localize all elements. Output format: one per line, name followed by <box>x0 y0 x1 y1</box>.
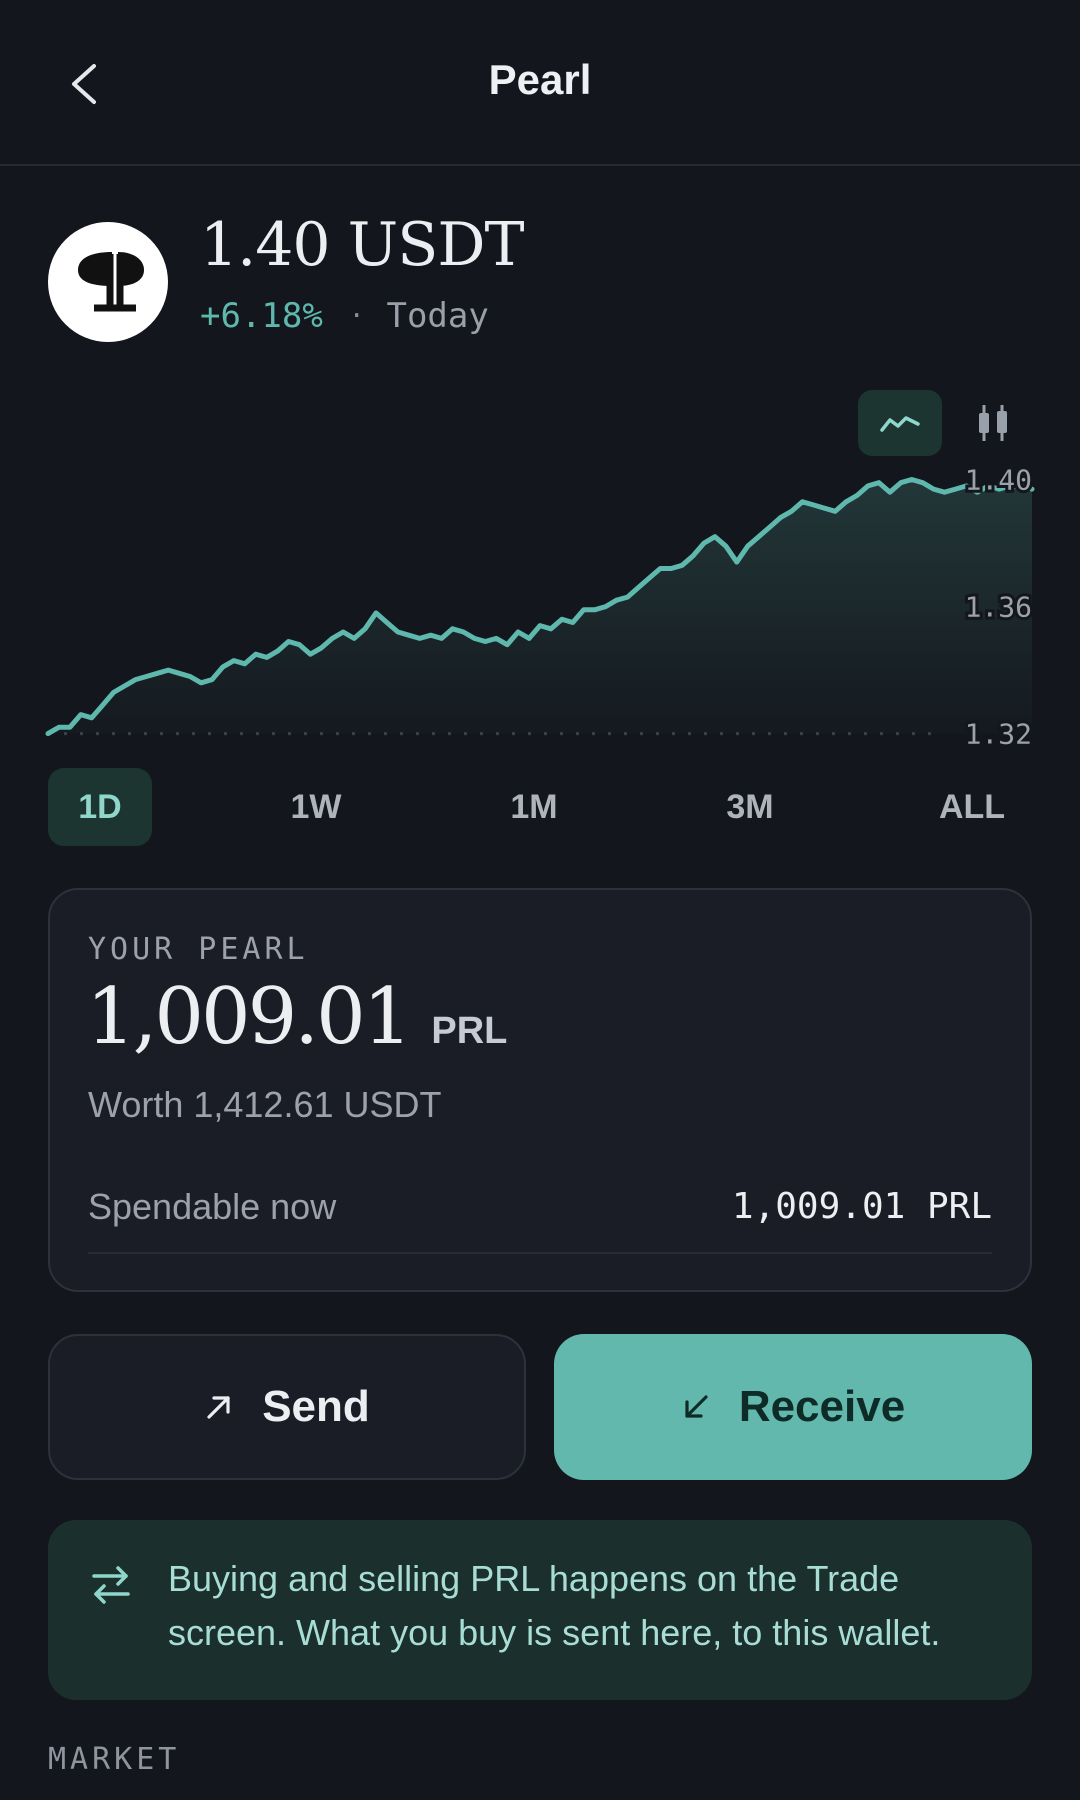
chart-area <box>48 479 1032 734</box>
price-change-percent: +6.18% <box>200 296 323 336</box>
trade-info-text: Buying and selling PRL happens on the Tr… <box>168 1558 941 1653</box>
line-chart-icon <box>880 416 920 432</box>
candlestick-chart-toggle[interactable] <box>960 390 1026 456</box>
market-section-label: MARKET <box>48 1742 181 1777</box>
price-change-row: +6.18% · Today <box>200 296 489 336</box>
arrow-up-right-icon <box>207 1396 230 1419</box>
page-title: Pearl <box>488 56 592 103</box>
range-tab-1w[interactable]: 1W <box>264 768 368 846</box>
coin-price: 1.40 USDT <box>200 210 524 280</box>
holdings-unit: PRL <box>431 1010 508 1052</box>
holdings-amount: 1,009.01 <box>86 972 412 1062</box>
price-chart: 1.40 1.36 1.32 <box>0 460 1080 750</box>
receive-button[interactable]: Receive <box>554 1334 1032 1480</box>
trade-info-banner: Buying and selling PRL happens on the Tr… <box>48 1520 1032 1700</box>
line-chart-toggle[interactable] <box>858 390 942 456</box>
pearl-logo-icon <box>48 222 168 342</box>
send-button-label: Send <box>262 1382 370 1431</box>
holdings-card: YOUR PEARL 1,009.01 PRL Worth 1,412.61 U… <box>48 888 1032 1292</box>
app-header: Pearl <box>0 0 1080 166</box>
change-period: Today <box>386 296 489 336</box>
range-tab-1d[interactable]: 1D <box>48 768 152 846</box>
candlestick-icon <box>979 405 1007 441</box>
chart-y-tick-label: 1.40 <box>965 464 1032 497</box>
time-range-tabs: 1D 1W 1M 3M ALL <box>48 768 1032 846</box>
range-tab-3m[interactable]: 3M <box>698 768 802 846</box>
swap-arrows-icon <box>92 1566 130 1604</box>
holdings-label: YOUR PEARL <box>88 932 309 967</box>
change-separator: · <box>348 301 365 331</box>
arrow-down-left-icon <box>685 1395 708 1418</box>
divider <box>88 1252 992 1254</box>
receive-button-label: Receive <box>738 1382 906 1431</box>
holdings-amount-row: 1,009.01 PRL <box>86 972 507 1062</box>
holdings-worth: Worth 1,412.61 USDT <box>88 1084 442 1125</box>
send-button[interactable]: Send <box>48 1334 526 1480</box>
range-tab-all[interactable]: ALL <box>912 768 1032 846</box>
spendable-label: Spendable now <box>88 1186 337 1227</box>
spendable-value: 1,009.01 PRL <box>731 1186 992 1227</box>
range-tab-1m[interactable]: 1M <box>482 768 586 846</box>
chart-y-tick-label: 1.32 <box>965 718 1032 750</box>
chart-y-tick-label: 1.36 <box>965 591 1032 624</box>
